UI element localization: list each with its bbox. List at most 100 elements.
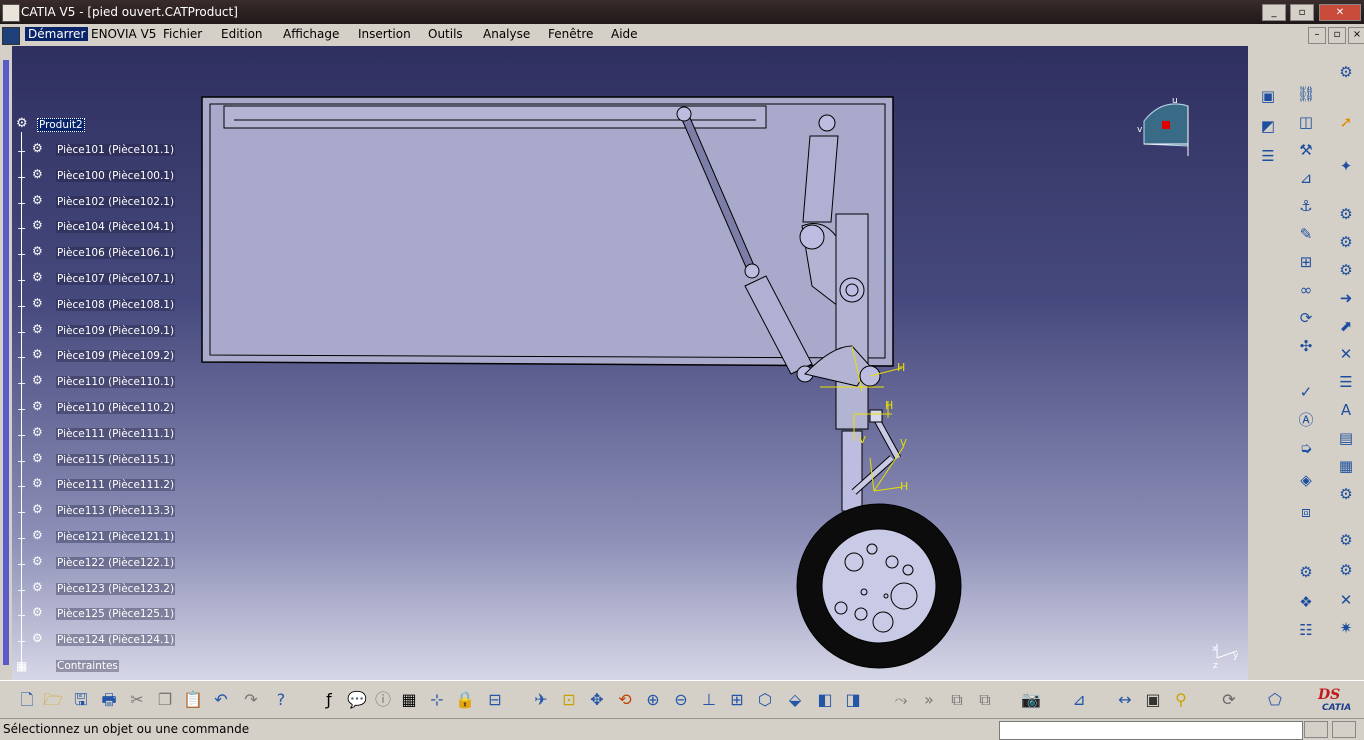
eraser-icon[interactable]: ⬠ xyxy=(1264,689,1286,711)
undo-icon[interactable]: ↶ xyxy=(210,689,232,711)
anchor-icon[interactable]: ⚓ xyxy=(1296,196,1316,216)
expand-plus-icon[interactable]: + xyxy=(17,559,26,570)
formula-icon[interactable]: ƒ xyxy=(318,689,340,711)
rotate-icon[interactable]: ⟲ xyxy=(614,689,636,711)
tree-constraints[interactable]: + ▦ Contraintes xyxy=(16,659,119,673)
new-icon[interactable]: 🗋 xyxy=(16,689,38,711)
expand-plus-icon[interactable]: + xyxy=(17,301,26,312)
component-icon[interactable]: ◩ xyxy=(1258,116,1278,136)
tree-item-label[interactable]: Pièce115 (Pièce115.1) xyxy=(56,453,176,466)
update-icon[interactable]: ⟳ xyxy=(1296,308,1316,328)
gear-a-icon[interactable]: ⚙ xyxy=(1336,204,1356,224)
multi-view-icon[interactable]: ⊞ xyxy=(726,689,748,711)
landing-gear-model[interactable]: H H V V H u v x y z xyxy=(12,46,1248,680)
pan-icon[interactable]: ✥ xyxy=(586,689,608,711)
tools-icon[interactable]: ⚒ xyxy=(1296,140,1316,160)
tree-item-label[interactable]: Pièce106 (Pièce106.1) xyxy=(56,247,176,260)
doc-minimize-button[interactable]: – xyxy=(1308,27,1326,44)
expand-plus-icon[interactable]: + xyxy=(17,404,26,415)
menu-edition[interactable]: Edition xyxy=(218,27,266,41)
tree-item-label[interactable]: Pièce101 (Pièce101.1) xyxy=(56,144,176,156)
fit-all-icon[interactable]: ⊡ xyxy=(558,689,580,711)
disabled-tool-3-icon[interactable]: ⧉ xyxy=(946,689,968,711)
tree-scrollbar[interactable] xyxy=(0,46,12,680)
star-icon[interactable]: ✷ xyxy=(1336,618,1356,638)
tree-item-label[interactable]: Pièce124 (Pièce124.1) xyxy=(56,634,176,647)
command-input[interactable] xyxy=(999,721,1303,740)
gear-d-icon[interactable]: ⚙ xyxy=(1336,484,1356,504)
normal-view-icon[interactable]: ⊥ xyxy=(698,689,720,711)
tree-item-label[interactable]: Pièce111 (Pièce111.2) xyxy=(56,479,176,492)
refresh-icon[interactable]: ⟳ xyxy=(1218,689,1240,711)
cube-icon[interactable]: ◫ xyxy=(1296,112,1316,132)
close-button[interactable]: ✕ xyxy=(1319,4,1361,21)
table-icon[interactable]: ▦ xyxy=(1336,456,1356,476)
expand-plus-icon[interactable]: + xyxy=(17,249,26,260)
tree-item-label[interactable]: Pièce122 (Pièce122.1) xyxy=(56,556,176,569)
annotation-icon[interactable]: ▤ xyxy=(1336,428,1356,448)
tree-root-label[interactable]: Produit2 xyxy=(37,118,85,132)
expand-plus-icon[interactable]: + xyxy=(17,610,26,621)
expand-plus-icon[interactable]: + xyxy=(17,636,26,647)
hide-show-icon[interactable]: ◧ xyxy=(814,689,836,711)
expand-plus-icon[interactable]: + xyxy=(17,481,26,492)
arrow-icon[interactable]: ➭ xyxy=(1296,438,1316,458)
cut-icon[interactable]: ✂ xyxy=(126,689,148,711)
plane-icon[interactable]: ⧈ xyxy=(1296,502,1316,522)
tree-item-label[interactable]: Pièce110 (Pièce110.2) xyxy=(56,402,176,414)
menu-fenetre[interactable]: Fenêtre xyxy=(545,27,596,41)
check-icon[interactable]: ✓ xyxy=(1296,382,1316,402)
table-icon[interactable]: ▦ xyxy=(398,689,420,711)
3d-viewport[interactable]: H H V V H u v x y z ⚙ Produit2 + ⚙ Pièce… xyxy=(12,46,1248,680)
magnet-icon[interactable]: ⚙ xyxy=(1336,530,1356,550)
catia-app-icon[interactable] xyxy=(2,4,20,22)
tree-item-label[interactable]: Pièce125 (Pièce125.1) xyxy=(56,608,176,621)
tree-constraints-label[interactable]: Contraintes xyxy=(56,660,119,672)
menu-enovia[interactable]: ENOVIA V5 xyxy=(88,27,159,41)
expand-plus-icon[interactable]: + xyxy=(17,378,26,389)
simulation-icon[interactable]: ⚙ xyxy=(1336,560,1356,580)
tree-item-label[interactable]: Pièce123 (Pièce123.2) xyxy=(56,582,176,595)
measure-between-icon[interactable]: ↔ xyxy=(1114,689,1136,711)
snap-icon[interactable]: ⊿ xyxy=(1296,168,1316,188)
network-icon[interactable]: ⊹ xyxy=(426,689,448,711)
zoom-out-icon[interactable]: ⊖ xyxy=(670,689,692,711)
expand-plus-icon[interactable]: + xyxy=(17,430,26,441)
list-icon[interactable]: ☷ xyxy=(1296,620,1316,640)
export-icon[interactable]: ⬈ xyxy=(1336,316,1356,336)
abc-icon[interactable]: Ⓐ xyxy=(1296,410,1316,430)
open-icon[interactable]: 🗁 xyxy=(42,689,64,711)
doc-restore-button[interactable]: ▫ xyxy=(1328,27,1346,44)
print-icon[interactable]: 🖶 xyxy=(98,689,120,711)
measure-item-icon[interactable]: ▣ xyxy=(1142,689,1164,711)
minimize-button[interactable]: _ xyxy=(1262,4,1286,21)
report-icon[interactable]: ☰ xyxy=(1336,372,1356,392)
mechanism-icon[interactable]: ⚙ xyxy=(1296,562,1316,582)
tree-item-label[interactable]: Pièce108 (Pièce108.1) xyxy=(56,298,176,311)
measure-icon[interactable]: ⊞ xyxy=(1296,252,1316,272)
tree-item-label[interactable]: Pièce110 (Pièce110.1) xyxy=(56,376,176,389)
tree-item-label[interactable]: Pièce111 (Pièce111.1) xyxy=(56,427,176,440)
maximize-button[interactable]: ▫ xyxy=(1290,4,1314,21)
tree-icon[interactable]: ☰ xyxy=(1258,146,1278,166)
disabled-tool-2-icon[interactable]: » xyxy=(918,689,940,711)
scene-icon[interactable]: ✕ xyxy=(1336,344,1356,364)
expand-plus-icon[interactable]: + xyxy=(17,198,26,209)
save-icon[interactable]: 🖫 xyxy=(70,689,92,711)
tree-item-label[interactable]: Pièce109 (Pièce109.1) xyxy=(56,324,176,337)
menu-fichier[interactable]: Fichier xyxy=(160,27,205,41)
link-icon[interactable]: ⛓ xyxy=(1296,84,1316,104)
pattern-icon[interactable]: ✣ xyxy=(1296,336,1316,356)
expand-plus-icon[interactable]: + xyxy=(17,456,26,467)
status-button-2[interactable] xyxy=(1332,721,1356,738)
camera-icon[interactable]: 📷 xyxy=(1020,689,1042,711)
expand-plus-icon[interactable]: + xyxy=(17,585,26,596)
expand-plus-icon[interactable]: + xyxy=(17,327,26,338)
paperclip-icon[interactable]: ✎ xyxy=(1296,224,1316,244)
disabled-tool-4-icon[interactable]: ⧉ xyxy=(974,689,996,711)
tree-item-label[interactable]: Pièce102 (Pièce102.1) xyxy=(56,195,176,208)
chain-icon[interactable]: ∞ xyxy=(1296,280,1316,300)
menu-affichage[interactable]: Affichage xyxy=(280,27,342,41)
insert-icon[interactable]: ➜ xyxy=(1336,288,1356,308)
explode-icon[interactable]: ⊿ xyxy=(1068,689,1090,711)
